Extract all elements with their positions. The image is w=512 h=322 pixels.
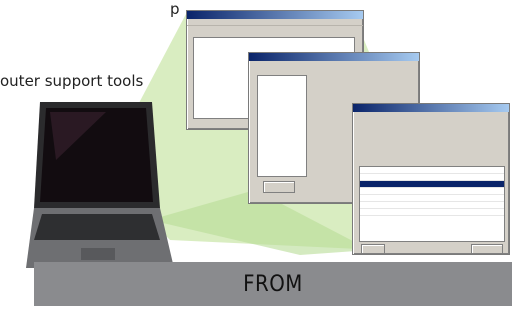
caption-top: p <box>170 0 180 18</box>
software-window-front <box>352 103 510 255</box>
footer-label: FROM <box>243 271 303 297</box>
footer-bar: FROM <box>34 262 512 306</box>
laptop-icon <box>26 102 174 268</box>
caption-left: outer support tools <box>0 72 144 90</box>
